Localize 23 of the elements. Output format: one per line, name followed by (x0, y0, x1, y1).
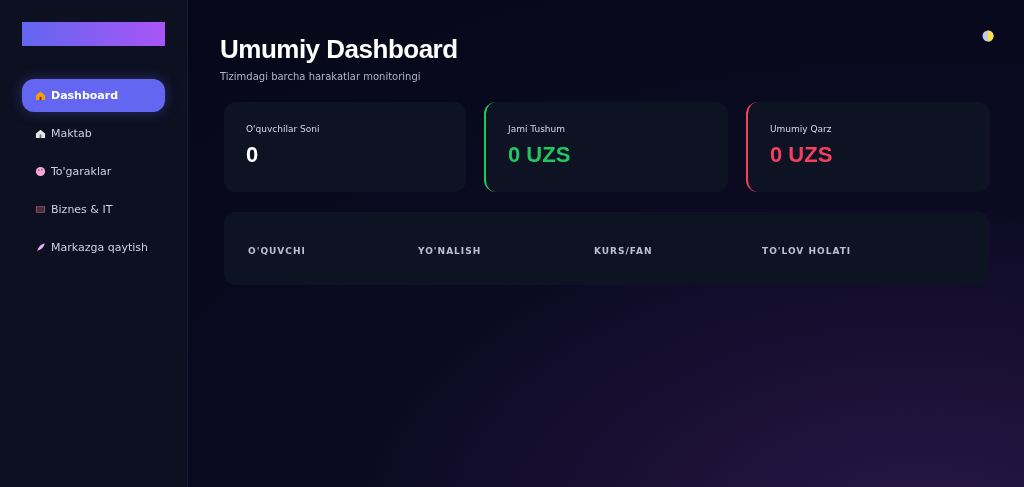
page-title: Umumiy Dashboard (220, 34, 459, 65)
laptop-icon (35, 204, 46, 215)
stat-value: 0 (246, 142, 260, 168)
sidebar-item[interactable]: Maktab (22, 117, 165, 150)
palette-icon (35, 166, 46, 177)
stat-value: 0 UZS (508, 142, 572, 168)
house-icon (35, 90, 46, 101)
stat-label: O'quvchilar Soni (246, 124, 321, 134)
sidebar-item[interactable]: Markazga qaytish (22, 231, 165, 264)
stat-label: Umumiy Qarz (770, 124, 833, 134)
column-header: TO'LOV HOLATI (762, 246, 852, 256)
stat-label: Jami Tushum (508, 124, 566, 134)
page-subtitle: Tizimdagi barcha harakatlar monitoringi (220, 71, 422, 82)
school-icon (35, 128, 46, 139)
theme-toggle-icon[interactable] (982, 30, 994, 42)
column-header: YO'NALISH (418, 246, 482, 256)
sidebar-item[interactable]: Dashboard (22, 79, 165, 112)
column-header: KURS/FAN (594, 246, 653, 256)
column-header: O'QUVCHI (248, 246, 306, 256)
rocket-icon (35, 242, 46, 253)
sidebar-item[interactable]: Biznes & IT (22, 193, 165, 226)
sidebar-item[interactable]: To'garaklar (22, 155, 165, 188)
stat-value: 0 UZS (770, 142, 834, 168)
